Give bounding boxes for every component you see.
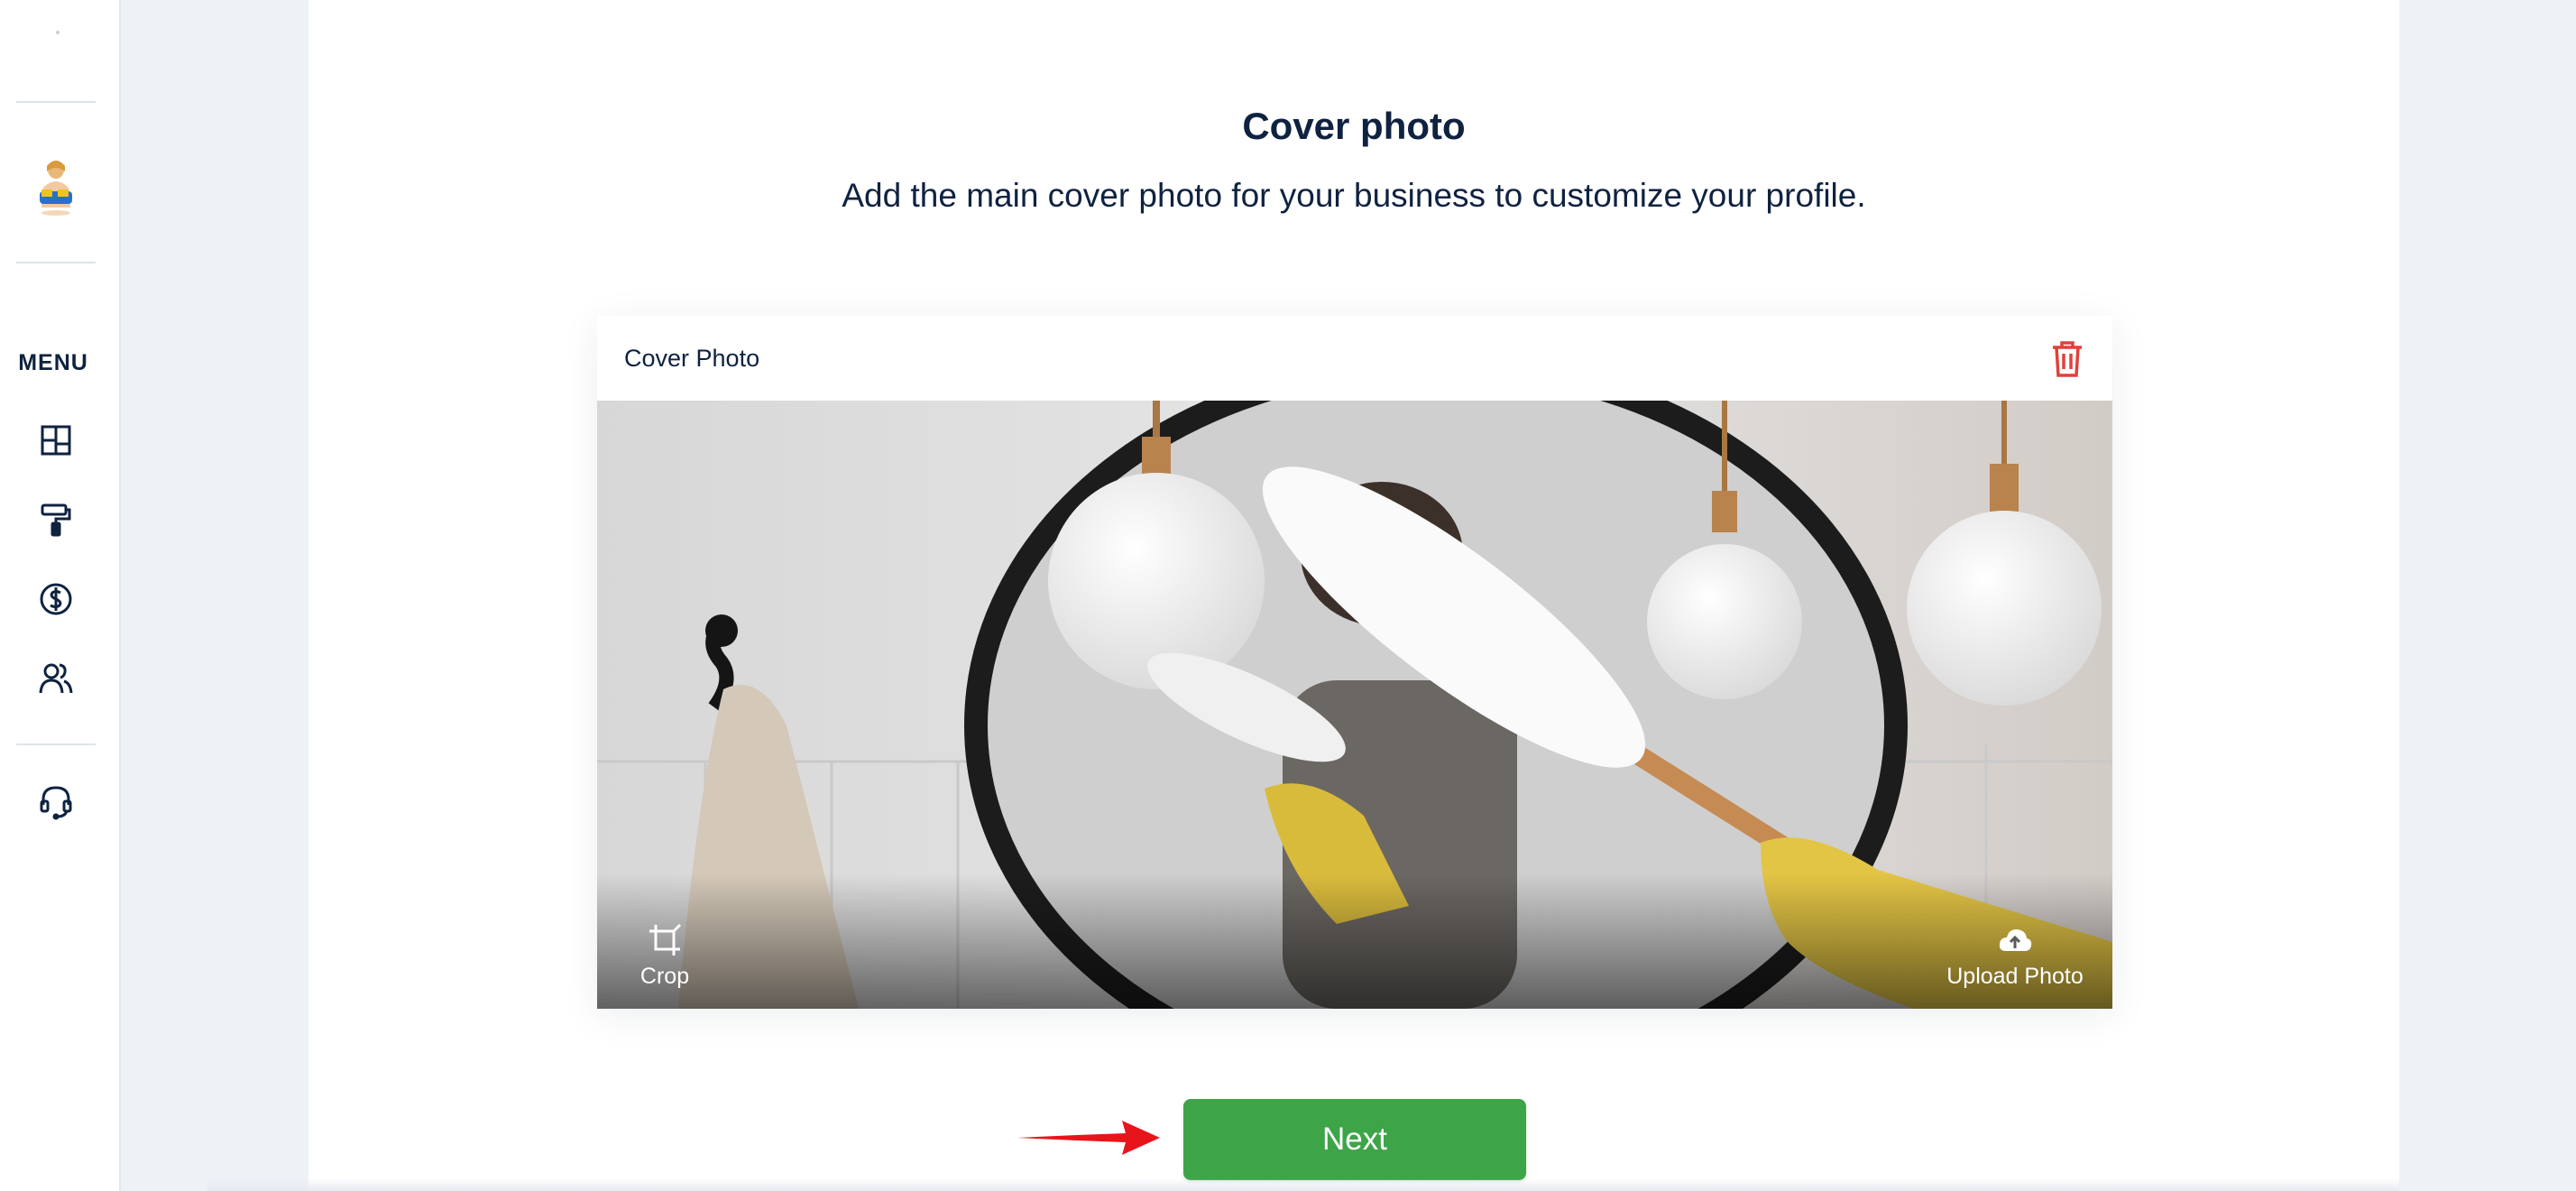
sidebar-divider xyxy=(16,262,96,263)
cover-photo-image: Crop Upload Photo xyxy=(597,401,2112,1009)
crop-button[interactable]: Crop xyxy=(631,922,698,990)
page-title: Cover photo xyxy=(1242,105,1466,147)
cover-photo-card: Cover Photo Crop Upload Photo xyxy=(597,316,2112,1009)
users-icon[interactable] xyxy=(36,659,76,698)
paint-roller-icon[interactable] xyxy=(36,500,76,540)
next-button[interactable]: Next xyxy=(1183,1099,1526,1180)
annotation-arrow xyxy=(1017,1121,1160,1155)
upload-photo-label: Upload Photo xyxy=(1946,964,2084,989)
menu-heading: MENU xyxy=(18,350,88,375)
crop-label: Crop xyxy=(639,964,690,989)
upload-photo-button[interactable]: Upload Photo xyxy=(1943,922,2087,990)
trash-icon[interactable] xyxy=(2049,339,2085,379)
photo-shade xyxy=(597,873,2112,1009)
bottom-edge xyxy=(207,1178,2399,1191)
cover-photo-label: Cover Photo xyxy=(624,345,760,372)
dashboard-icon[interactable] xyxy=(36,420,76,460)
sidebar-divider xyxy=(16,101,96,103)
sidebar: MENU xyxy=(0,0,121,1191)
crop-icon xyxy=(649,923,682,956)
cloud-upload-icon xyxy=(1999,929,2032,951)
page-subtitle: Add the main cover photo for your busine… xyxy=(842,177,1866,214)
sidebar-divider xyxy=(16,743,96,745)
support-headset-icon[interactable] xyxy=(36,781,76,821)
sidebar-top-dot xyxy=(56,31,60,34)
dollar-icon[interactable] xyxy=(36,579,76,619)
business-logo[interactable] xyxy=(31,157,81,217)
